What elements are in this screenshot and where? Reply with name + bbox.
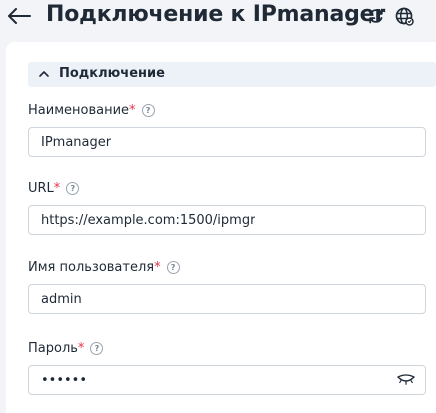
name-field[interactable]: IPmanager — [28, 127, 426, 157]
required-mark: * — [53, 181, 61, 196]
password-label: Пароль *? — [28, 341, 104, 356]
chevron-up-icon — [39, 71, 49, 77]
page-header: Подключение к IPmanager — [0, 0, 436, 36]
username-label: Имя пользователя *? — [28, 260, 180, 275]
password-label-text: Пароль — [28, 341, 78, 356]
name-label-text: Наименование — [28, 103, 130, 118]
help-icon[interactable]: ? — [166, 261, 180, 274]
arrow-left-icon — [8, 8, 31, 24]
required-mark: * — [154, 260, 161, 275]
required-mark: * — [77, 341, 85, 356]
name-label: Наименование *? — [28, 103, 155, 118]
globe-icon — [395, 7, 414, 26]
back-button[interactable] — [5, 3, 33, 29]
help-icon[interactable]: ? — [66, 182, 80, 195]
username-field[interactable]: admin — [28, 284, 426, 314]
eye-closed-icon[interactable] — [397, 374, 415, 386]
refresh-icon — [369, 8, 383, 24]
form-panel: Подключение Наименование *? IPmanager URL… — [6, 42, 436, 413]
url-label: URL *? — [28, 181, 80, 196]
url-field[interactable]: https://example.com:1500/ipmgr — [28, 205, 426, 235]
url-value: https://example.com:1500/ipmgr — [41, 212, 256, 228]
section-title: Подключение — [59, 66, 165, 81]
help-icon[interactable]: ? — [90, 342, 104, 355]
section-toggle-connection[interactable]: Подключение — [28, 62, 436, 87]
username-value: admin — [41, 291, 82, 307]
username-label-text: Имя пользователя — [28, 260, 155, 275]
help-icon[interactable]: ? — [141, 104, 155, 117]
page-title: Подключение к IPmanager — [46, 2, 386, 27]
password-field[interactable]: •••••• — [28, 365, 426, 395]
required-mark: * — [129, 103, 136, 118]
url-label-text: URL — [28, 181, 54, 196]
password-value: •••••• — [41, 372, 88, 388]
name-value: IPmanager — [41, 134, 112, 150]
globe-button[interactable] — [394, 6, 414, 26]
refresh-button[interactable] — [366, 6, 386, 26]
